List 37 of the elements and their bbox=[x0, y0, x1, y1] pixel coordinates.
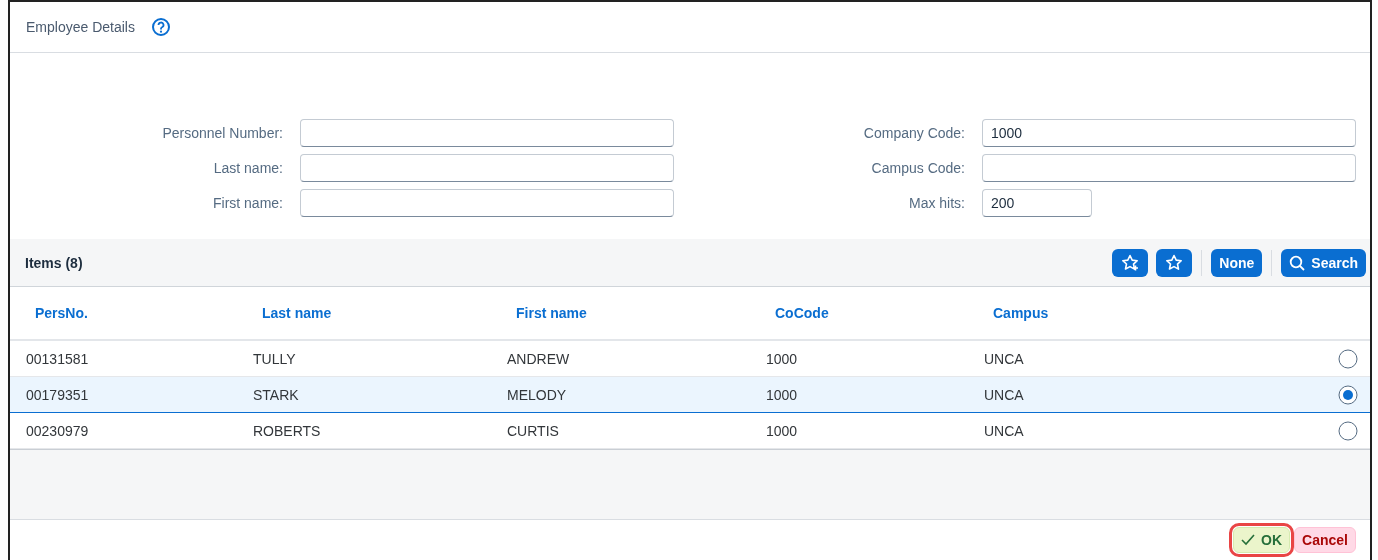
table-title: Items (8) bbox=[25, 254, 84, 271]
window-title: Employee Details bbox=[26, 19, 135, 35]
field-label: Company Code: bbox=[862, 125, 966, 141]
input-field[interactable] bbox=[300, 154, 674, 182]
field-label: First name: bbox=[212, 195, 284, 211]
star-icon bbox=[1165, 253, 1184, 272]
field-label: Campus Code: bbox=[870, 160, 966, 176]
field-label: Personnel Number: bbox=[161, 125, 284, 141]
table-cell: 00179351 bbox=[10, 377, 237, 413]
radio-button[interactable] bbox=[1338, 420, 1358, 441]
field-label: Max hits: bbox=[908, 195, 966, 211]
radio-button[interactable] bbox=[1338, 384, 1358, 405]
input-field[interactable]: 1000 bbox=[982, 119, 1356, 147]
table-cell: 1000 bbox=[750, 377, 968, 413]
table-cell: STARK bbox=[237, 377, 491, 413]
star-plus-icon bbox=[1121, 253, 1140, 272]
cancel-button[interactable]: Cancel bbox=[1294, 527, 1356, 553]
column-header[interactable]: PersNo. bbox=[10, 287, 237, 341]
column-header[interactable]: First name bbox=[491, 287, 750, 341]
input-field[interactable]: 200 bbox=[982, 189, 1092, 217]
none-button[interactable]: None bbox=[1211, 248, 1263, 277]
column-header[interactable]: CoCode bbox=[750, 287, 968, 341]
radio-button[interactable] bbox=[1338, 348, 1358, 369]
column-header[interactable]: Campus bbox=[968, 287, 1310, 341]
search-button[interactable]: Search bbox=[1281, 248, 1366, 277]
table-cell: MELODY bbox=[491, 377, 750, 413]
checkmark-icon bbox=[1241, 534, 1256, 546]
favorite-button[interactable] bbox=[1156, 248, 1193, 277]
column-header[interactable]: Last name bbox=[237, 287, 491, 341]
input-field[interactable] bbox=[300, 119, 674, 147]
help-icon[interactable] bbox=[150, 17, 171, 37]
search-icon bbox=[1289, 254, 1306, 271]
table-cell: UNCA bbox=[968, 377, 1310, 413]
add-favorite-button[interactable] bbox=[1112, 248, 1149, 277]
field-label: Last name: bbox=[212, 160, 284, 176]
input-field[interactable] bbox=[300, 189, 674, 217]
input-field[interactable] bbox=[982, 154, 1356, 182]
